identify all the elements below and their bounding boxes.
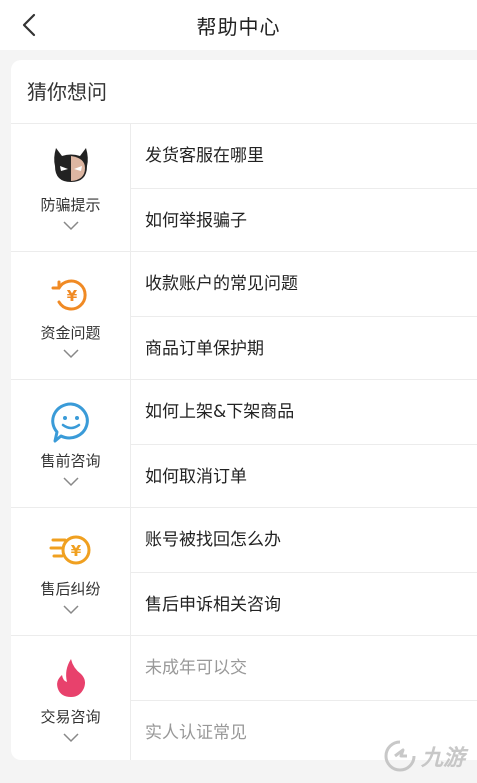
question-item[interactable]: 商品订单保护期: [131, 316, 477, 380]
category-pre-sale: 售前咨询 如何上架&下架商品 如何取消订单: [11, 380, 477, 508]
question-item[interactable]: 如何取消订单: [131, 444, 477, 508]
watermark: 九游: [383, 739, 465, 773]
svg-text:¥: ¥: [70, 542, 81, 560]
flame-icon: [56, 659, 85, 697]
question-item[interactable]: 如何举报骗子: [131, 188, 477, 252]
svg-text:¥: ¥: [66, 287, 77, 305]
category-name: 售后纠纷: [40, 580, 101, 598]
smile-chat-icon: [50, 402, 89, 443]
question-item[interactable]: 售后申诉相关咨询: [131, 572, 477, 636]
watermark-logo-icon: [384, 740, 416, 772]
devil-icon: [53, 148, 88, 182]
chevron-down-icon: [62, 733, 79, 743]
watermark-text: 九游: [420, 746, 465, 771]
category-name: 交易咨询: [40, 708, 101, 726]
page-title: 帮助中心: [196, 14, 281, 39]
question-item[interactable]: 发货客服在哪里: [131, 124, 477, 188]
category-funds: ¥ 资金问题 收款账户的常见问题 商品订单保护期: [11, 252, 477, 380]
category-header[interactable]: ¥ 售后纠纷: [11, 508, 131, 635]
category-header[interactable]: ¥ 资金问题: [11, 252, 131, 379]
category-header[interactable]: 防骗提示: [11, 124, 131, 251]
category-after-sale: ¥ 售后纠纷 账号被找回怎么办 售后申诉相关咨询: [11, 508, 477, 636]
category-name: 资金问题: [40, 324, 101, 342]
chevron-down-icon: [62, 349, 79, 359]
question-item[interactable]: 收款账户的常见问题: [131, 252, 477, 316]
header: 帮助中心: [0, 0, 477, 50]
category-name: 防骗提示: [40, 196, 101, 214]
card-title: 猜你想问: [11, 60, 477, 124]
category-header[interactable]: 交易咨询: [11, 636, 131, 760]
chevron-down-icon: [62, 605, 79, 615]
category-name: 售前咨询: [40, 452, 101, 470]
back-arrow-icon: [22, 13, 36, 37]
chevron-down-icon: [62, 221, 79, 231]
chevron-down-icon: [62, 477, 79, 487]
question-item[interactable]: 账号被找回怎么办: [131, 508, 477, 572]
yuan-refresh-icon: ¥: [51, 279, 87, 311]
category-anti-fraud: 防骗提示 发货客服在哪里 如何举报骗子: [11, 124, 477, 252]
question-item[interactable]: 如何上架&下架商品: [131, 380, 477, 444]
yuan-speed-icon: ¥: [49, 535, 90, 565]
question-item[interactable]: 未成年可以交: [131, 636, 477, 700]
back-button[interactable]: [14, 10, 44, 40]
faq-card: 猜你想问 防骗提示 发货客服在哪里 如何举报骗子 ¥ 资金问题 收款账户的常见问…: [11, 60, 477, 760]
category-header[interactable]: 售前咨询: [11, 380, 131, 507]
